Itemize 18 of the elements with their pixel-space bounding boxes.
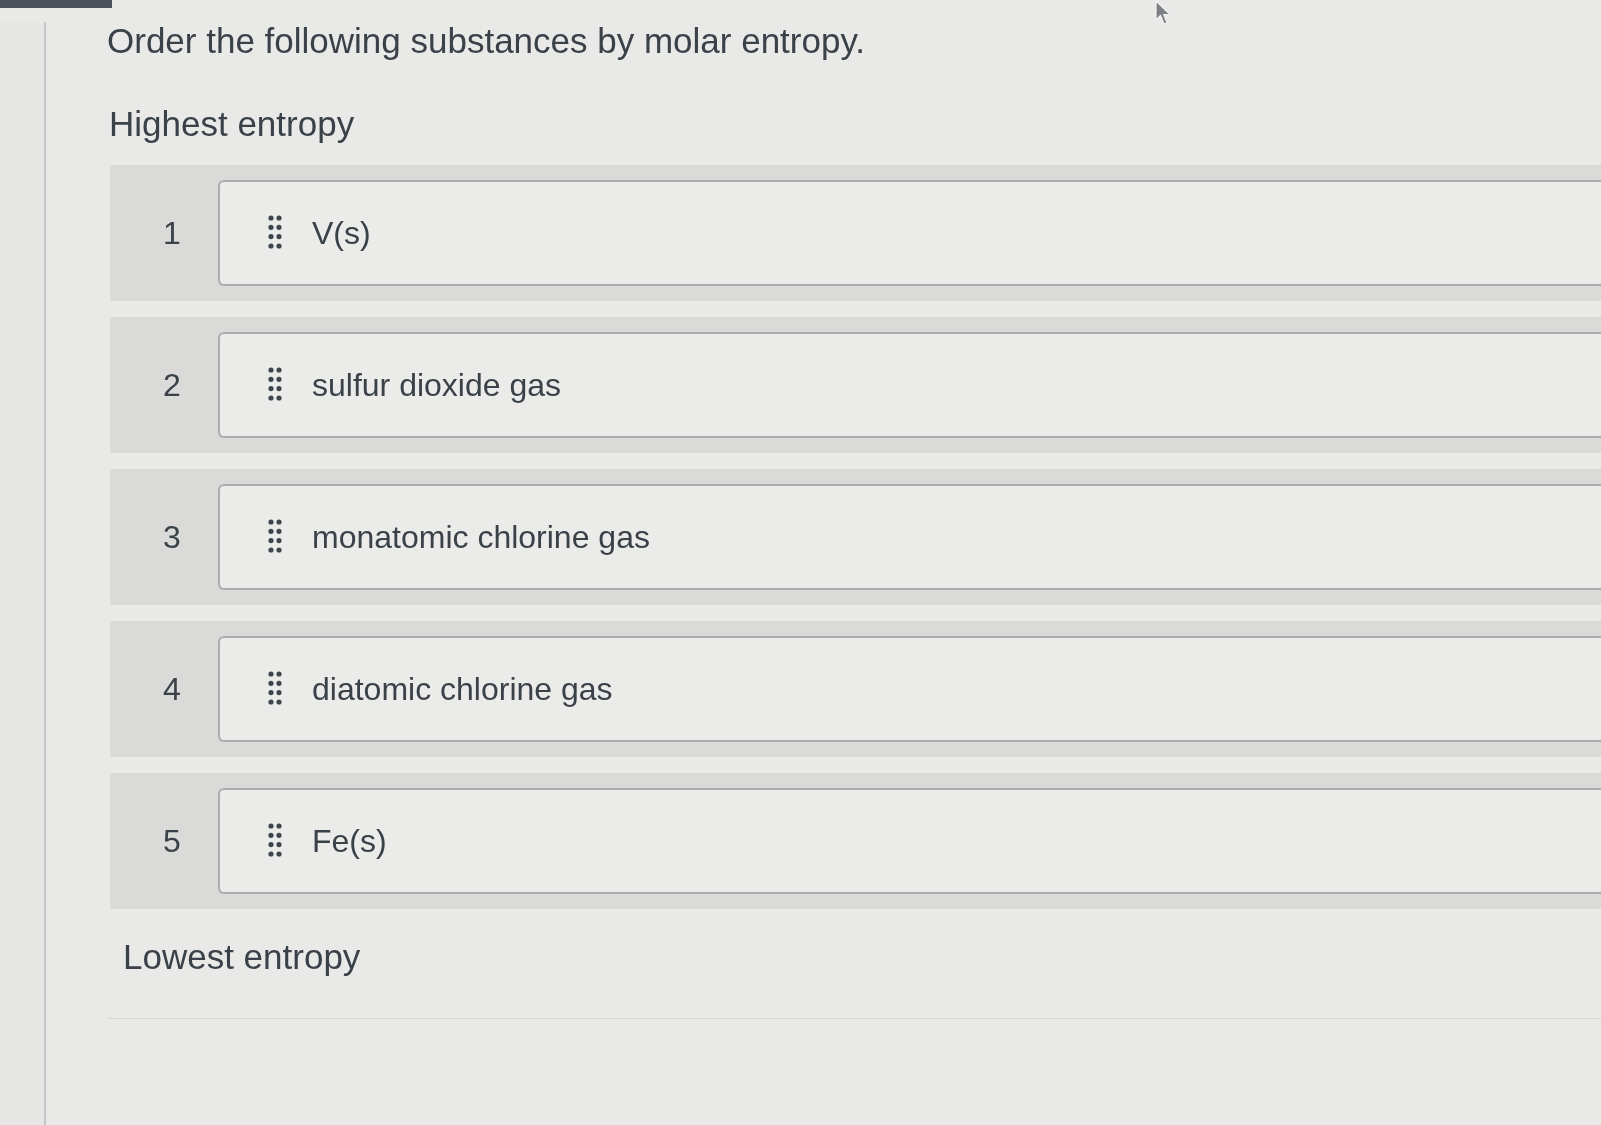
question-prompt: Order the following substances by molar entropy. (107, 20, 866, 62)
ranking-item[interactable]: Fe(s) (218, 788, 1601, 894)
rank-number: 5 (162, 822, 182, 861)
lowest-label: Lowest entropy (123, 936, 361, 978)
drag-handle-icon[interactable] (268, 519, 282, 555)
rank-number: 3 (162, 518, 182, 557)
drag-handle-icon[interactable] (268, 823, 282, 859)
ranking-item[interactable]: monatomic chlorine gas (218, 484, 1601, 590)
rank-number: 2 (162, 366, 182, 405)
ranking-item[interactable]: V(s) (218, 180, 1601, 286)
rank-number: 1 (162, 214, 182, 253)
rank-number: 4 (162, 670, 182, 709)
ranking-item[interactable]: diatomic chlorine gas (218, 636, 1601, 742)
highest-label: Highest entropy (109, 103, 355, 145)
drag-handle-icon[interactable] (268, 215, 282, 251)
drag-handle-icon[interactable] (268, 671, 282, 707)
drag-handle-icon[interactable] (268, 367, 282, 403)
ranking-item[interactable]: sulfur dioxide gas (218, 332, 1601, 438)
